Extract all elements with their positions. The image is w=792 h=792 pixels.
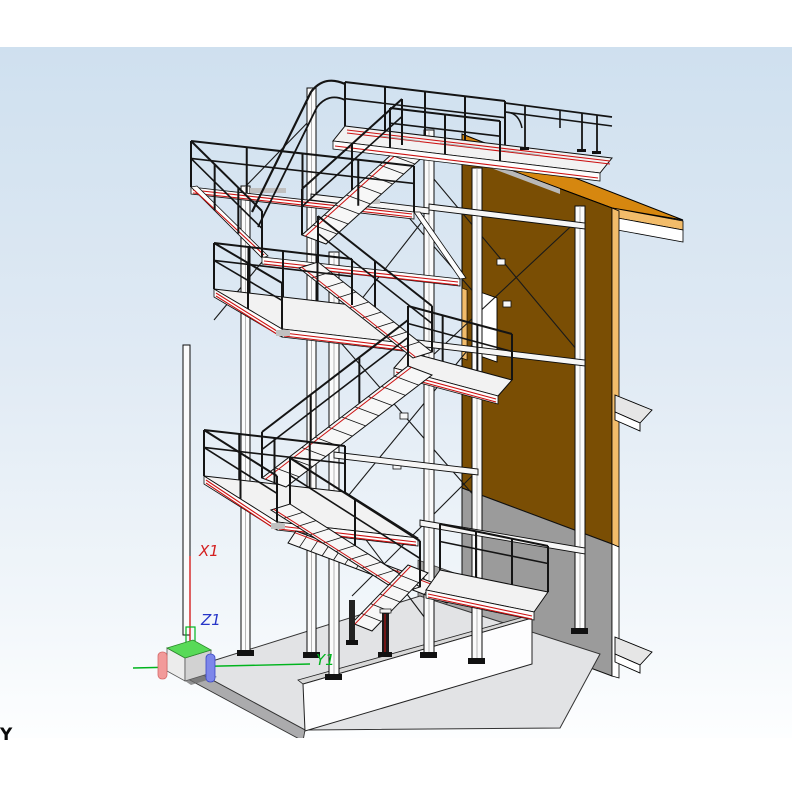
cube-blue-handle[interactable] <box>205 653 216 683</box>
x-axis-label: X1 <box>198 542 219 560</box>
view-name-label: Y <box>0 725 13 745</box>
cube-red-handle[interactable] <box>157 651 168 680</box>
z-axis-label: Z1 <box>200 611 221 629</box>
stair-post <box>349 600 355 642</box>
turnbuckle <box>496 258 506 266</box>
turnbuckle <box>502 300 512 308</box>
cad-window: X1 Z1 Y1 Y <box>0 0 792 792</box>
turnbuckle <box>399 412 409 420</box>
gusset <box>250 188 286 193</box>
column[interactable] <box>182 344 191 636</box>
wall-right-edge <box>611 207 620 548</box>
y-axis-label: Y1 <box>316 651 335 669</box>
model-viewport[interactable]: X1 Z1 Y1 Y <box>0 0 792 792</box>
